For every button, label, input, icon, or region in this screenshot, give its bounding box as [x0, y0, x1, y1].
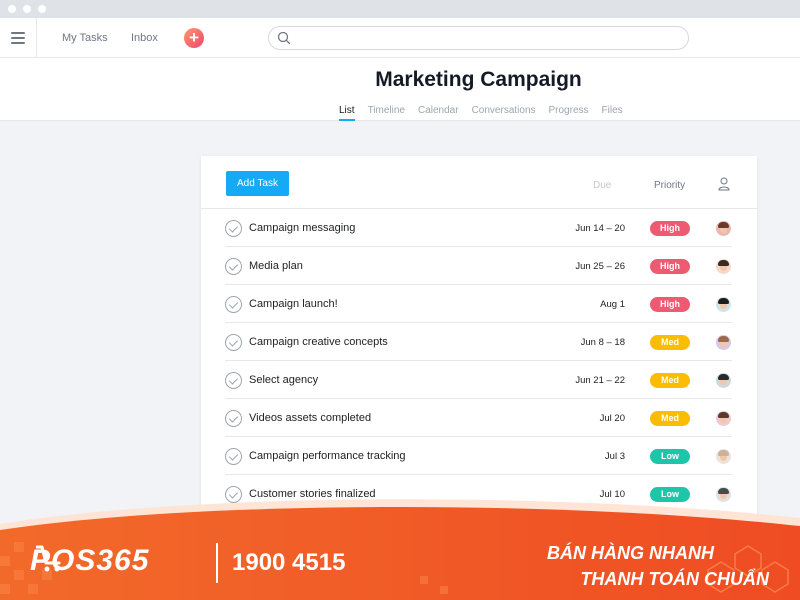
tab-files[interactable]: Files [602, 105, 623, 121]
priority-badge[interactable]: High [650, 221, 690, 236]
column-header-priority[interactable]: Priority [654, 180, 685, 191]
complete-checkmark-icon[interactable] [225, 334, 242, 351]
task-due-date[interactable]: Jun 8 – 18 [581, 337, 625, 348]
pos365-logo: POS365 [30, 544, 150, 577]
task-name[interactable]: Campaign creative concepts [249, 336, 388, 348]
column-header-due[interactable]: Due [593, 180, 611, 191]
assignee-avatar[interactable] [716, 259, 731, 274]
add-task-button[interactable]: Add Task [226, 171, 289, 196]
task-row[interactable]: Videos assets completed Jul 20 Med [225, 399, 732, 437]
task-due-date[interactable]: Aug 1 [600, 299, 625, 310]
complete-checkmark-icon[interactable] [225, 410, 242, 427]
search-icon [277, 31, 291, 45]
task-name[interactable]: Campaign messaging [249, 222, 355, 234]
slogan-line-2: THANH TOÁN CHUẨN [580, 569, 769, 589]
nav-inbox[interactable]: Inbox [131, 32, 158, 44]
tab-timeline[interactable]: Timeline [368, 105, 405, 121]
priority-badge[interactable]: High [650, 259, 690, 274]
tab-calendar[interactable]: Calendar [418, 105, 459, 121]
task-name[interactable]: Select agency [249, 374, 318, 386]
assignee-avatar[interactable] [716, 335, 731, 350]
assignee-avatar[interactable] [716, 221, 731, 236]
complete-checkmark-icon[interactable] [225, 448, 242, 465]
task-due-date[interactable]: Jul 20 [600, 413, 625, 424]
search-input[interactable] [268, 26, 689, 50]
project-tabs: List Timeline Calendar Conversations Pro… [339, 105, 623, 121]
complete-checkmark-icon[interactable] [225, 372, 242, 389]
window-maximize-dot[interactable] [38, 5, 46, 13]
priority-badge[interactable]: High [650, 297, 690, 312]
task-list-card: Add Task Due Priority Campaign messaging… [201, 156, 757, 536]
task-row[interactable]: Media plan Jun 25 – 26 High [225, 247, 732, 285]
task-row[interactable]: Campaign launch! Aug 1 High [225, 285, 732, 323]
task-row[interactable]: Campaign creative concepts Jun 8 – 18 Med [225, 323, 732, 361]
priority-badge[interactable]: Med [650, 335, 690, 350]
page-title: Marketing Campaign [375, 68, 582, 91]
assignee-avatar[interactable] [716, 411, 731, 426]
window-minimize-dot[interactable] [23, 5, 31, 13]
task-due-date[interactable]: Jun 21 – 22 [575, 375, 625, 386]
task-name[interactable]: Media plan [249, 260, 303, 272]
assignee-avatar[interactable] [716, 449, 731, 464]
window-close-dot[interactable] [8, 5, 16, 13]
complete-checkmark-icon[interactable] [225, 220, 242, 237]
priority-badge[interactable]: Low [650, 449, 690, 464]
task-row[interactable]: Campaign messaging Jun 14 – 20 High [225, 209, 732, 247]
assignee-avatar[interactable] [716, 297, 731, 312]
task-name[interactable]: Campaign launch! [249, 298, 338, 310]
assignee-column-icon[interactable] [718, 177, 730, 191]
hotline-number: 1900 4515 [232, 549, 346, 576]
complete-checkmark-icon[interactable] [225, 258, 242, 275]
task-row[interactable]: Campaign performance tracking Jul 3 Low [225, 437, 732, 475]
top-bar: My Tasks Inbox + [0, 18, 800, 58]
task-name[interactable]: Campaign performance tracking [249, 450, 406, 462]
project-header: Marketing Campaign List Timeline Calenda… [0, 58, 800, 121]
menu-icon[interactable] [0, 18, 37, 58]
task-due-date[interactable]: Jun 14 – 20 [575, 223, 625, 234]
task-due-date[interactable]: Jul 3 [605, 451, 625, 462]
task-name[interactable]: Videos assets completed [249, 412, 371, 424]
tab-list[interactable]: List [339, 105, 355, 121]
nav-my-tasks[interactable]: My Tasks [62, 32, 108, 44]
complete-checkmark-icon[interactable] [225, 296, 242, 313]
task-due-date[interactable]: Jun 25 – 26 [575, 261, 625, 272]
priority-badge[interactable]: Med [650, 373, 690, 388]
window-titlebar [0, 0, 800, 18]
tab-progress[interactable]: Progress [549, 105, 589, 121]
priority-badge[interactable]: Med [650, 411, 690, 426]
tab-conversations[interactable]: Conversations [472, 105, 536, 121]
assignee-avatar[interactable] [716, 373, 731, 388]
task-row[interactable]: Select agency Jun 21 – 22 Med [225, 361, 732, 399]
slogan-line-1: BÁN HÀNG NHANH [547, 543, 714, 563]
banner-divider [216, 543, 218, 583]
quick-add-button[interactable]: + [184, 28, 204, 48]
